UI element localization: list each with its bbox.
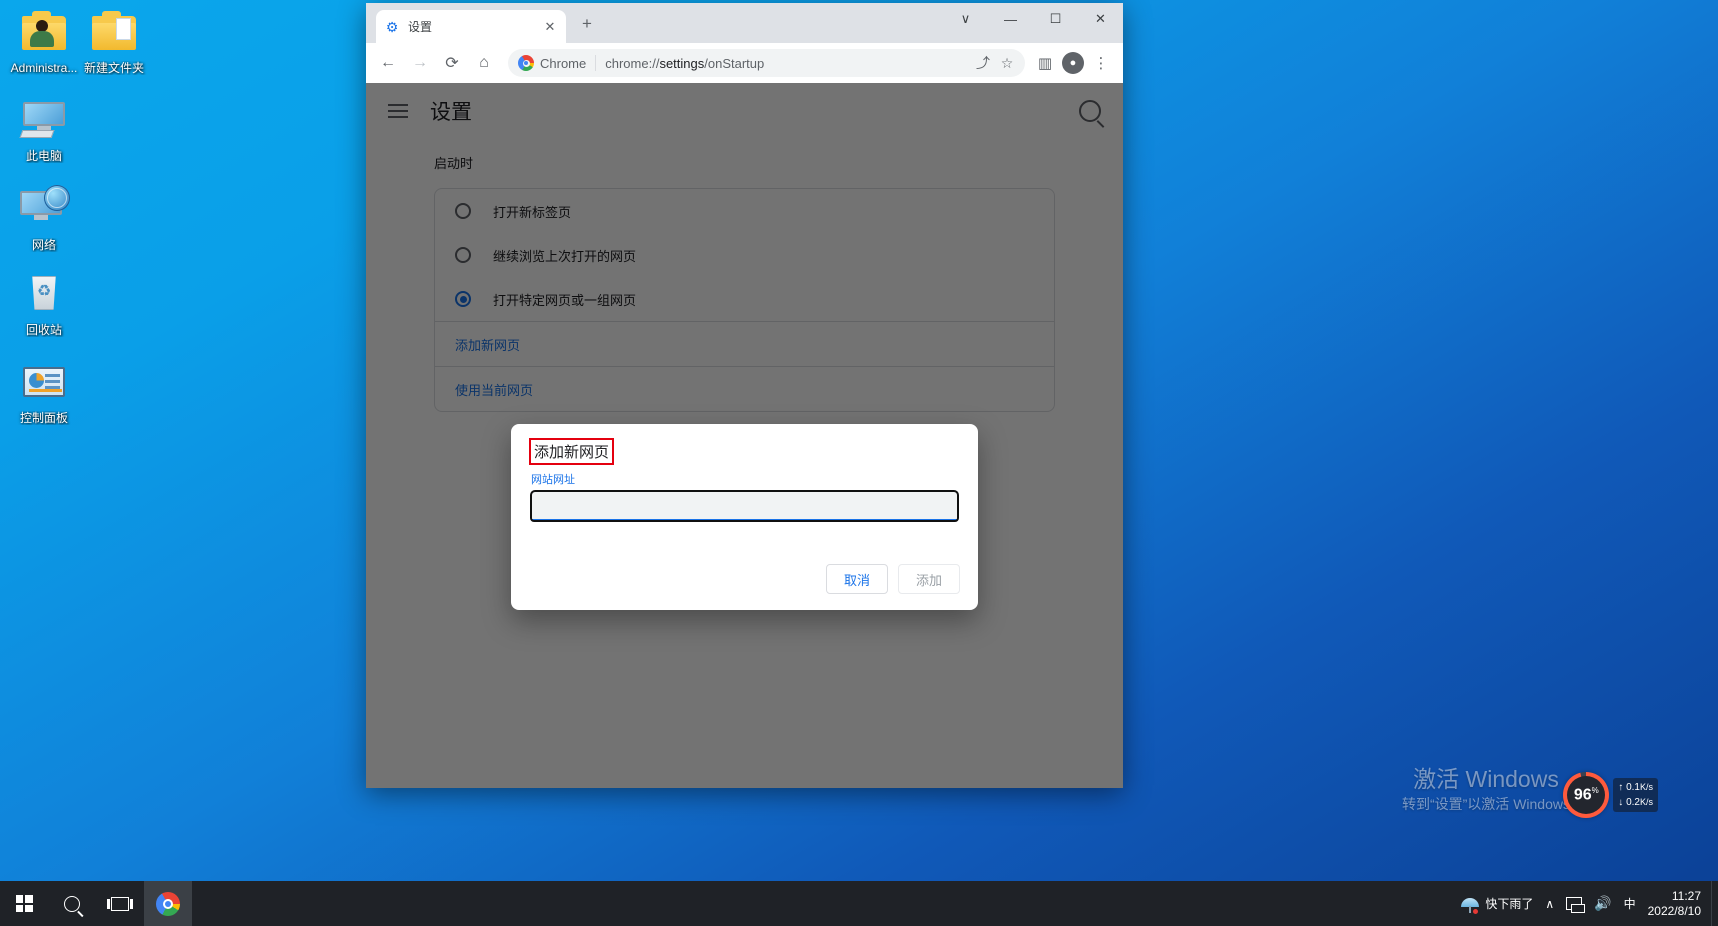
chrome-chip: Chrome <box>518 55 586 71</box>
tab-label: 设置 <box>408 18 542 35</box>
tab-search-icon[interactable]: ∨ <box>943 3 988 35</box>
search-button[interactable] <box>48 881 96 926</box>
forward-button[interactable]: → <box>406 49 434 77</box>
task-view-button[interactable] <box>96 881 144 926</box>
avatar: ● <box>1062 52 1084 74</box>
dialog-body: 网站网址 <box>511 467 978 521</box>
clock-date: 2022/8/10 <box>1648 904 1701 919</box>
folder-icon <box>90 8 138 56</box>
side-panel-icon[interactable]: ▥ <box>1031 49 1059 77</box>
computer-icon <box>20 96 68 144</box>
chrome-icon <box>156 892 180 916</box>
desktop-icon-label: 此电脑 <box>6 149 82 163</box>
network-icon <box>20 185 68 233</box>
desktop-icon-this-pc[interactable]: 此电脑 <box>6 96 82 163</box>
network-tray-button[interactable] <box>1560 881 1588 926</box>
close-window-button[interactable]: ✕ <box>1078 3 1123 35</box>
speaker-icon: 🔊 <box>1594 895 1611 912</box>
desktop-icon-control-panel[interactable]: 控制面板 <box>6 358 82 425</box>
start-button[interactable] <box>0 881 48 926</box>
omnibox-divider <box>595 55 596 71</box>
home-button[interactable]: ⌂ <box>470 49 498 77</box>
show-hidden-icons-button[interactable]: ∧ <box>1539 881 1560 926</box>
settings-page: 设置 启动时 打开新标签页 继续浏览上次打开的网页 打开特定网页或一组网页 <box>366 83 1123 788</box>
dialog-title: 添加新网页 <box>531 440 612 463</box>
close-tab-icon[interactable]: ✕ <box>542 19 558 35</box>
desktop-icon-network[interactable]: 网络 <box>6 185 82 252</box>
speed-rates: ↑ 0.1K/s ↓ 0.2K/s <box>1613 778 1658 812</box>
volume-tray-button[interactable]: 🔊 <box>1588 881 1617 926</box>
chevron-up-icon: ∧ <box>1545 897 1554 911</box>
windows-logo-icon <box>16 895 33 912</box>
umbrella-rain-icon <box>1461 895 1479 913</box>
reload-button[interactable]: ⟳ <box>438 49 466 77</box>
desktop-icon-recycle-bin[interactable]: 回收站 <box>6 270 82 337</box>
chip-label: Chrome <box>540 56 586 71</box>
toolbar-right-actions: ▥ ● ⋮ <box>1031 49 1115 77</box>
search-icon <box>64 896 80 912</box>
weather-label: 快下雨了 <box>1485 895 1533 912</box>
task-view-icon <box>111 897 129 911</box>
ime-label: 中 <box>1624 895 1636 912</box>
cancel-button[interactable]: 取消 <box>826 564 888 594</box>
show-desktop-button[interactable] <box>1711 881 1718 926</box>
browser-toolbar: ← → ⟳ ⌂ Chrome chrome://settings/onStart… <box>366 43 1123 83</box>
back-button[interactable]: ← <box>374 49 402 77</box>
desktop-icon-label: 回收站 <box>6 323 82 337</box>
clock-time: 11:27 <box>1648 889 1701 904</box>
ime-tray-button[interactable]: 中 <box>1618 881 1642 926</box>
download-rate: ↓ 0.2K/s <box>1618 795 1653 810</box>
dialog-layer: 添加新网页 网站网址 取消 添加 <box>366 83 1123 788</box>
share-icon[interactable]: ⤴ <box>971 51 995 75</box>
desktop-icon-label: Administra... <box>6 61 82 75</box>
windows-taskbar: 快下雨了 ∧ 🔊 中 11:27 2022/8/10 <box>0 881 1718 926</box>
desktop-icon-label: 网络 <box>6 238 82 252</box>
network-speed-widget[interactable]: 96% ↑ 0.1K/s ↓ 0.2K/s <box>1563 772 1658 818</box>
up-arrow-icon: ↑ <box>1618 782 1623 793</box>
weather-widget[interactable]: 快下雨了 <box>1455 881 1539 926</box>
system-tray: 快下雨了 ∧ 🔊 中 11:27 2022/8/10 <box>1455 881 1718 926</box>
network-icon <box>1566 897 1582 910</box>
minimize-button[interactable]: — <box>988 3 1033 35</box>
address-bar[interactable]: Chrome chrome://settings/onStartup ⤴ ☆ <box>508 49 1025 77</box>
new-tab-button[interactable]: + <box>574 11 600 37</box>
url-field-label: 网站网址 <box>531 471 958 487</box>
url-text: chrome://settings/onStartup <box>605 56 971 71</box>
settings-gear-icon: ⚙ <box>384 19 400 35</box>
browser-tab-settings[interactable]: ⚙ 设置 ✕ <box>376 10 566 43</box>
recycle-bin-icon <box>20 270 68 318</box>
maximize-button[interactable]: ☐ <box>1033 3 1078 35</box>
bookmark-star-icon[interactable]: ☆ <box>995 51 1019 75</box>
control-panel-icon <box>20 358 68 406</box>
desktop-icon-new-folder[interactable]: 新建文件夹 <box>76 8 152 75</box>
chrome-browser-window: ⚙ 设置 ✕ + ∨ — ☐ ✕ ← → ⟳ ⌂ Chrome chrome:/… <box>366 3 1123 788</box>
down-arrow-icon: ↓ <box>1618 797 1623 808</box>
cpu-usage-ring: 96% <box>1563 772 1609 818</box>
upload-rate: ↑ 0.1K/s <box>1618 780 1653 795</box>
taskbar-chrome-button[interactable] <box>144 881 192 926</box>
desktop-icon-label: 控制面板 <box>6 411 82 425</box>
chrome-logo-icon <box>518 55 534 71</box>
dialog-title-wrap: 添加新网页 <box>511 424 978 467</box>
window-controls: ∨ — ☐ ✕ <box>943 3 1123 35</box>
url-input[interactable] <box>531 491 958 521</box>
add-new-page-dialog: 添加新网页 网站网址 取消 添加 <box>511 424 978 610</box>
taskbar-clock[interactable]: 11:27 2022/8/10 <box>1642 889 1711 919</box>
desktop-icon-administrator[interactable]: Administra... <box>6 8 82 75</box>
cpu-usage-value: 96% <box>1574 786 1599 804</box>
profile-avatar[interactable]: ● <box>1059 49 1087 77</box>
desktop-icon-label: 新建文件夹 <box>76 61 152 75</box>
chrome-menu-icon[interactable]: ⋮ <box>1087 49 1115 77</box>
folder-user-icon <box>20 8 68 56</box>
dialog-actions: 取消 添加 <box>511 564 978 610</box>
tab-strip: ⚙ 设置 ✕ + ∨ — ☐ ✕ <box>366 3 1123 43</box>
add-button[interactable]: 添加 <box>898 564 960 594</box>
